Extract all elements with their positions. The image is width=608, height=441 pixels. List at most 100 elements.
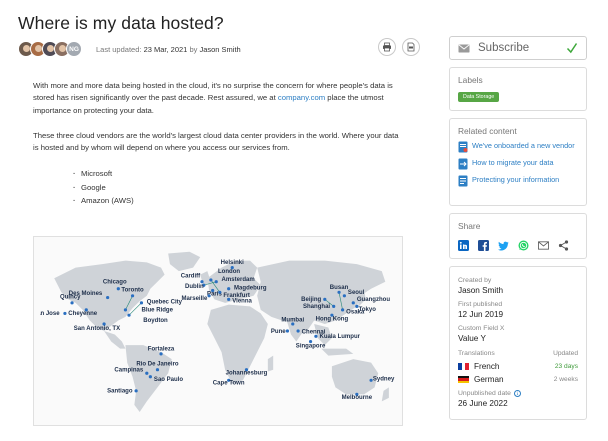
map-marker (227, 297, 231, 301)
map-city-label: Busan (330, 285, 349, 291)
map-city-label: Toronto (121, 287, 144, 293)
facebook-icon[interactable] (478, 240, 489, 251)
map-city-label: Chicago (103, 280, 127, 286)
translation-row[interactable]: German 2 weeks (458, 374, 578, 385)
map-city-label: Guangzhou (357, 297, 391, 303)
list-item: Microsoft (73, 167, 134, 181)
translation-language[interactable]: German (474, 375, 504, 384)
print-icon (383, 42, 391, 52)
label-tag[interactable]: Data Storage (458, 92, 500, 102)
related-link[interactable]: We've onboarded a new vendor (458, 141, 578, 153)
map-marker (218, 290, 222, 294)
article-meta: NG Last updated: 23 Mar, 2021 by Jason S… (18, 40, 241, 58)
map-marker (148, 375, 152, 379)
whatsapp-icon[interactable] (518, 240, 529, 251)
map-marker (230, 266, 234, 270)
map-city-label: Mumbai (281, 317, 304, 323)
related-link[interactable]: How to migrate your data (458, 158, 578, 170)
email-share-icon[interactable] (538, 240, 549, 251)
share-panel: Share (449, 213, 587, 259)
map-city-label: Pune (271, 329, 286, 335)
linkedin-icon[interactable] (458, 240, 469, 251)
created-by-value[interactable]: Jason Smith (458, 285, 578, 296)
intro-paragraph: With more and more data being hosted in … (33, 80, 403, 117)
twitter-icon[interactable] (498, 240, 509, 251)
map-city-label: Rio De Janeiro (136, 361, 179, 367)
map-city-label: Blue Ridge (141, 308, 173, 314)
related-link-label[interactable]: Protecting your information (472, 175, 559, 185)
map-city-label: Campinas (114, 368, 144, 374)
company-link[interactable]: company.com (278, 93, 325, 102)
map-city-label: Cheyenne (68, 311, 98, 317)
map-city-label: Shanghai (303, 304, 330, 310)
map-marker (207, 294, 211, 298)
map-marker (323, 297, 327, 301)
map-city-label: Vienna (232, 299, 252, 305)
map-marker (145, 371, 149, 375)
share-title: Share (458, 221, 481, 231)
updated-date: 23 Mar, 2021 (143, 44, 188, 54)
document-icon (458, 175, 468, 187)
updated-prefix: Last updated: (96, 44, 142, 54)
map-city-label: Cardiff (181, 273, 201, 279)
map-marker (123, 308, 128, 312)
map-marker (342, 294, 346, 298)
author-name[interactable]: Jason Smith (199, 45, 240, 54)
data-center-map: Chicago Toronto Quebec City Des Moines Quinc… (33, 236, 403, 426)
unpublished-label-row: Unpublished date i (458, 389, 578, 398)
map-marker (308, 339, 313, 344)
map-city-label: Marseille (181, 296, 207, 302)
info-icon[interactable]: i (513, 390, 521, 397)
print-button[interactable] (378, 38, 396, 56)
map-marker (227, 287, 231, 291)
map-marker (337, 290, 341, 294)
subscribe-label: Subscribe (478, 42, 530, 54)
map-city-label: Osaka (346, 309, 365, 315)
map-marker (155, 368, 160, 372)
map-city-label: Santiago (107, 389, 133, 395)
unpublished-label: Unpublished date (458, 390, 511, 397)
unpublished-value: 26 June 2022 (458, 399, 508, 408)
map-city-label: Fortaleza (148, 346, 175, 352)
map-city-label: Amsterdam (222, 277, 255, 283)
map-marker (200, 280, 204, 284)
french-flag-icon (458, 363, 470, 370)
map-marker (159, 352, 163, 356)
map-city-label: Quincy (60, 294, 81, 300)
map-marker (63, 311, 67, 315)
related-link[interactable]: Protecting your information (458, 175, 578, 187)
labels-title: Labels (458, 75, 483, 85)
related-content-panel: Related content We've onboarded a new ve… (449, 118, 587, 206)
map-marker (332, 304, 336, 308)
related-link-label[interactable]: We've onboarded a new vendor (472, 141, 575, 151)
map-city-label: Boydton (143, 318, 168, 324)
vendor-list: Microsoft Google Amazon (AWS) (73, 167, 134, 208)
share-icons (458, 240, 578, 251)
map-marker (70, 301, 74, 305)
map-marker (106, 295, 110, 300)
map-city-label: Sao Paulo (154, 377, 184, 383)
share-icon[interactable] (558, 240, 569, 251)
first-published-value: 12 Jun 2019 (458, 310, 504, 319)
avatar-initials[interactable]: NG (66, 41, 82, 57)
translation-row[interactable]: French 23 days (458, 361, 578, 372)
map-city-label: Seoul (348, 290, 365, 296)
related-link-label[interactable]: How to migrate your data (472, 158, 554, 168)
world-map-image: ChicagoTorontoQuebec CityDes MoinesQuinc… (40, 243, 396, 419)
map-marker (134, 389, 138, 393)
custom-field-label: Custom Field X (458, 325, 505, 332)
export-pdf-button[interactable] (402, 38, 420, 56)
subscribe-button[interactable]: Subscribe (449, 36, 587, 60)
map-city-label: Singapore (296, 344, 326, 350)
migrate-icon (458, 158, 468, 170)
map-marker (102, 322, 106, 326)
map-marker (209, 278, 213, 282)
translations-label: Translations (458, 350, 495, 357)
translations-header: Translations Updated (458, 348, 578, 359)
last-updated: Last updated: 23 Mar, 2021 by Jason Smit… (96, 45, 241, 54)
related-title: Related content (458, 126, 517, 136)
map-city-label: Hong Kong (316, 316, 349, 322)
translation-language[interactable]: French (474, 362, 499, 371)
translation-updated: 2 weeks (553, 376, 578, 383)
map-city-label: Kuala Lumpur (319, 334, 360, 340)
